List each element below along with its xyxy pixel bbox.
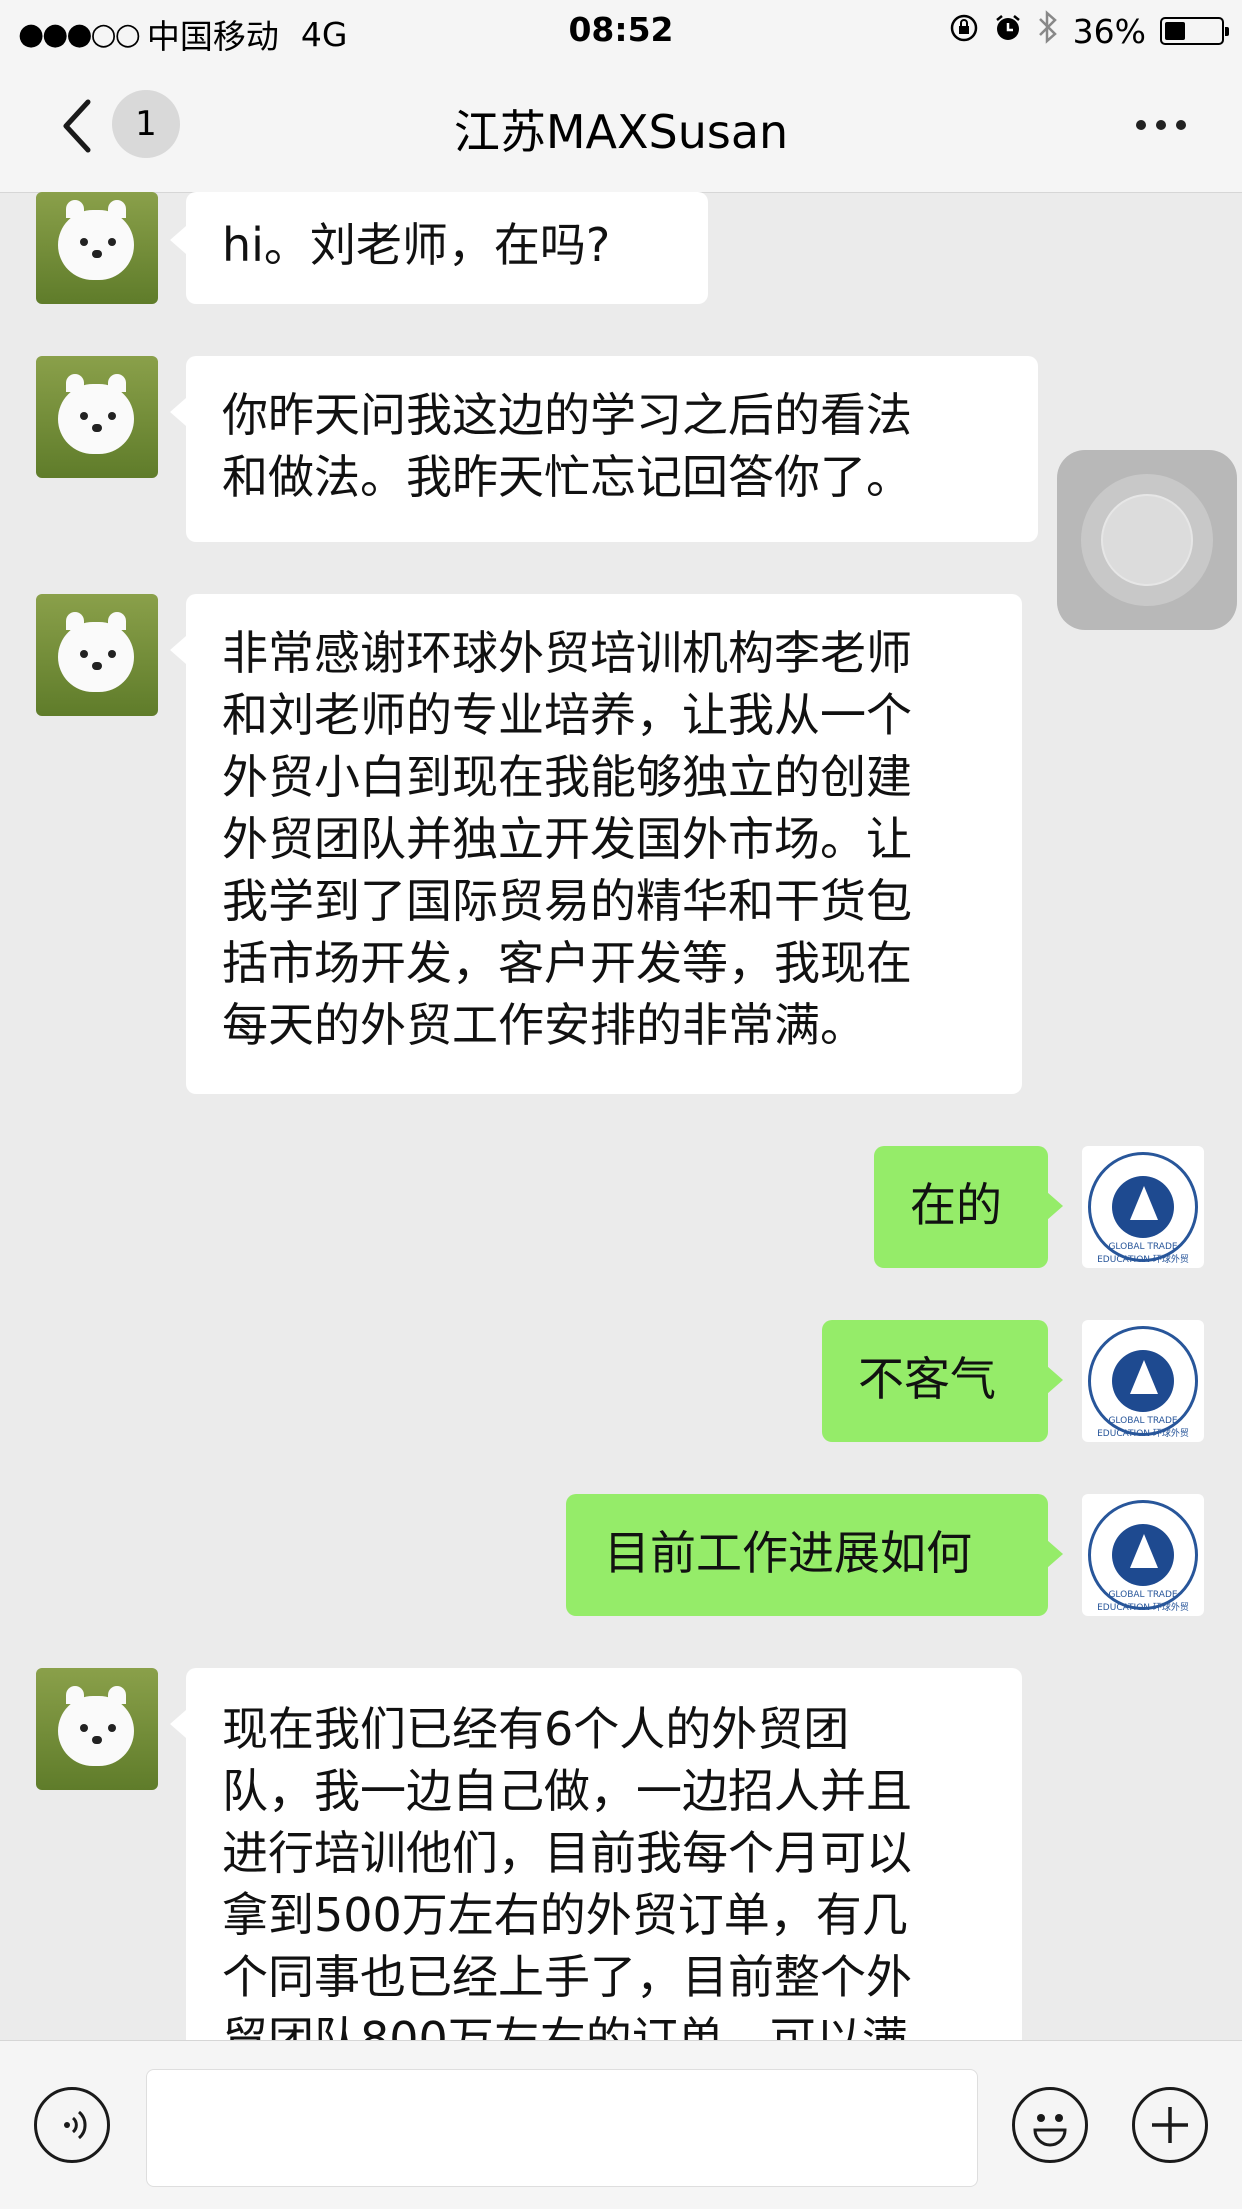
message-bubble-received[interactable]: 非常感谢环球外贸培训机构李老师 和刘老师的专业培养，让我从一个 外贸小白到现在我… [186, 594, 1022, 1094]
emoji-button[interactable] [1012, 2087, 1088, 2163]
user-avatar[interactable]: GLOBAL TRADE EDUCATION 环球外贸 [1082, 1320, 1204, 1442]
more-options-button[interactable] [1136, 120, 1186, 130]
voice-icon [64, 2110, 87, 2140]
alarm-icon [993, 12, 1023, 51]
contact-avatar[interactable] [36, 356, 158, 478]
more-functions-button[interactable] [1132, 2087, 1208, 2163]
bluetooth-icon [1037, 10, 1059, 52]
contact-avatar[interactable] [36, 192, 158, 304]
voice-input-button[interactable] [34, 2087, 110, 2163]
message-bubble-sent[interactable]: 目前工作进展如何 [566, 1494, 1048, 1616]
battery-icon [1160, 17, 1229, 45]
more-dots-icon [1136, 120, 1146, 130]
chat-header: 1 江苏MAXSusan [0, 62, 1242, 193]
chat-title: 江苏MAXSusan [453, 105, 789, 159]
smiley-icon [1033, 2114, 1067, 2147]
battery-percent: 36% [1072, 11, 1146, 51]
status-icons: 36% [949, 10, 1229, 52]
message-bubble-received[interactable]: hi。刘老师，在吗? [186, 192, 708, 304]
message-bubble-received[interactable]: 你昨天问我这边的学习之后的看法 和做法。我昨天忙忘记回答你了。 [186, 356, 1038, 542]
logo-caption: GLOBAL TRADE EDUCATION 环球外贸 [1097, 1242, 1189, 1265]
plus-icon [1152, 2107, 1188, 2143]
status-bar: ●●●○○ 中国移动 4G 08:52 36% [0, 0, 1242, 62]
user-avatar[interactable]: GLOBAL TRADE EDUCATION 环球外贸 [1082, 1494, 1204, 1616]
message-bubble-sent[interactable]: 在的 [874, 1146, 1048, 1268]
contact-avatar[interactable] [36, 1668, 158, 1790]
user-avatar[interactable]: GLOBAL TRADE EDUCATION 环球外贸 [1082, 1146, 1204, 1268]
message-bubble-sent[interactable]: 不客气 [822, 1320, 1048, 1442]
message-bubble-received[interactable]: 现在我们已经有6个人的外贸团 队，我一边自己做，一边招人并且 进行培训他们，目前… [186, 1668, 1022, 2088]
contact-avatar[interactable] [36, 594, 158, 716]
message-input[interactable] [146, 2069, 978, 2187]
rotation-lock-icon [949, 12, 979, 51]
input-bar [0, 2040, 1242, 2209]
assistive-touch-button[interactable] [1057, 450, 1237, 630]
